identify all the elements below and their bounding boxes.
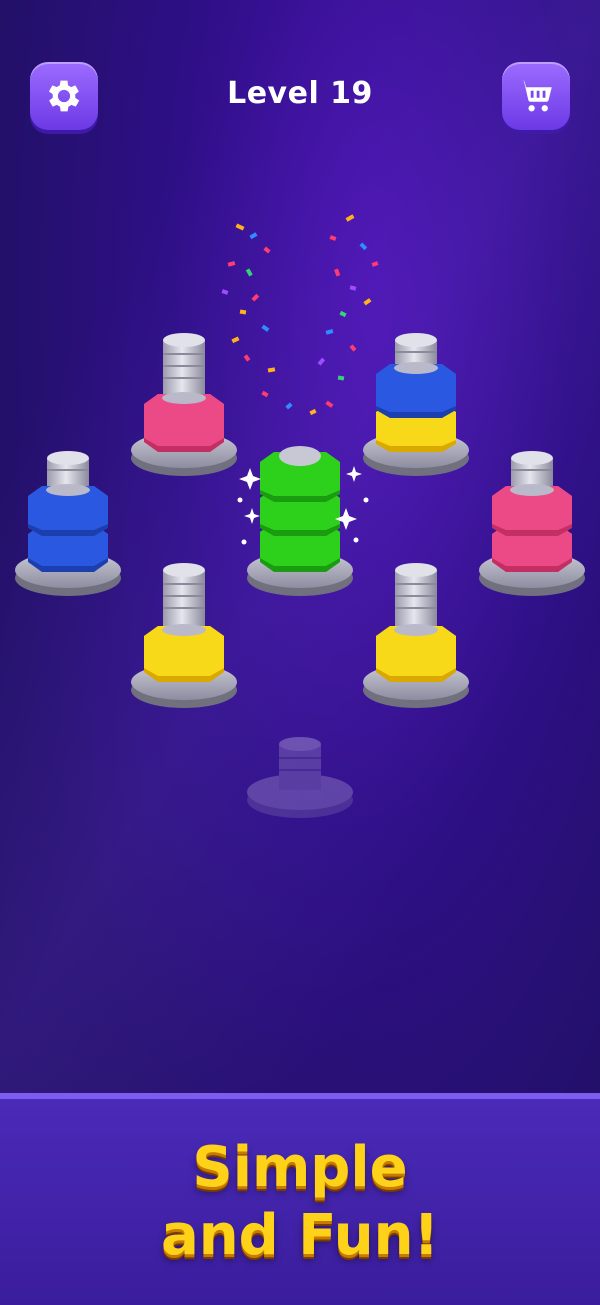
pole-1[interactable]: [131, 333, 237, 476]
game-board: [15, 214, 585, 818]
promo-line-1: Simple: [192, 1135, 408, 1200]
nut-red: [144, 392, 224, 452]
pole-7[interactable]: [363, 563, 469, 708]
nut-red: [492, 484, 572, 536]
confetti: [221, 214, 379, 416]
shop-button[interactable]: [502, 62, 570, 130]
nut-blue: [376, 362, 456, 418]
nut-yellow: [376, 624, 456, 682]
pole-4[interactable]: [237, 446, 369, 596]
pole-8-locked[interactable]: [247, 737, 353, 818]
nut-yellow: [144, 624, 224, 682]
promo-line-2: and Fun!: [161, 1203, 439, 1268]
nut-green: [260, 446, 340, 502]
cart-icon: [518, 80, 552, 112]
pole-5[interactable]: [479, 451, 585, 596]
pole-6[interactable]: [131, 563, 237, 708]
nut-blue: [28, 484, 108, 536]
pole-3[interactable]: [15, 451, 121, 596]
pole-2[interactable]: [363, 333, 469, 476]
